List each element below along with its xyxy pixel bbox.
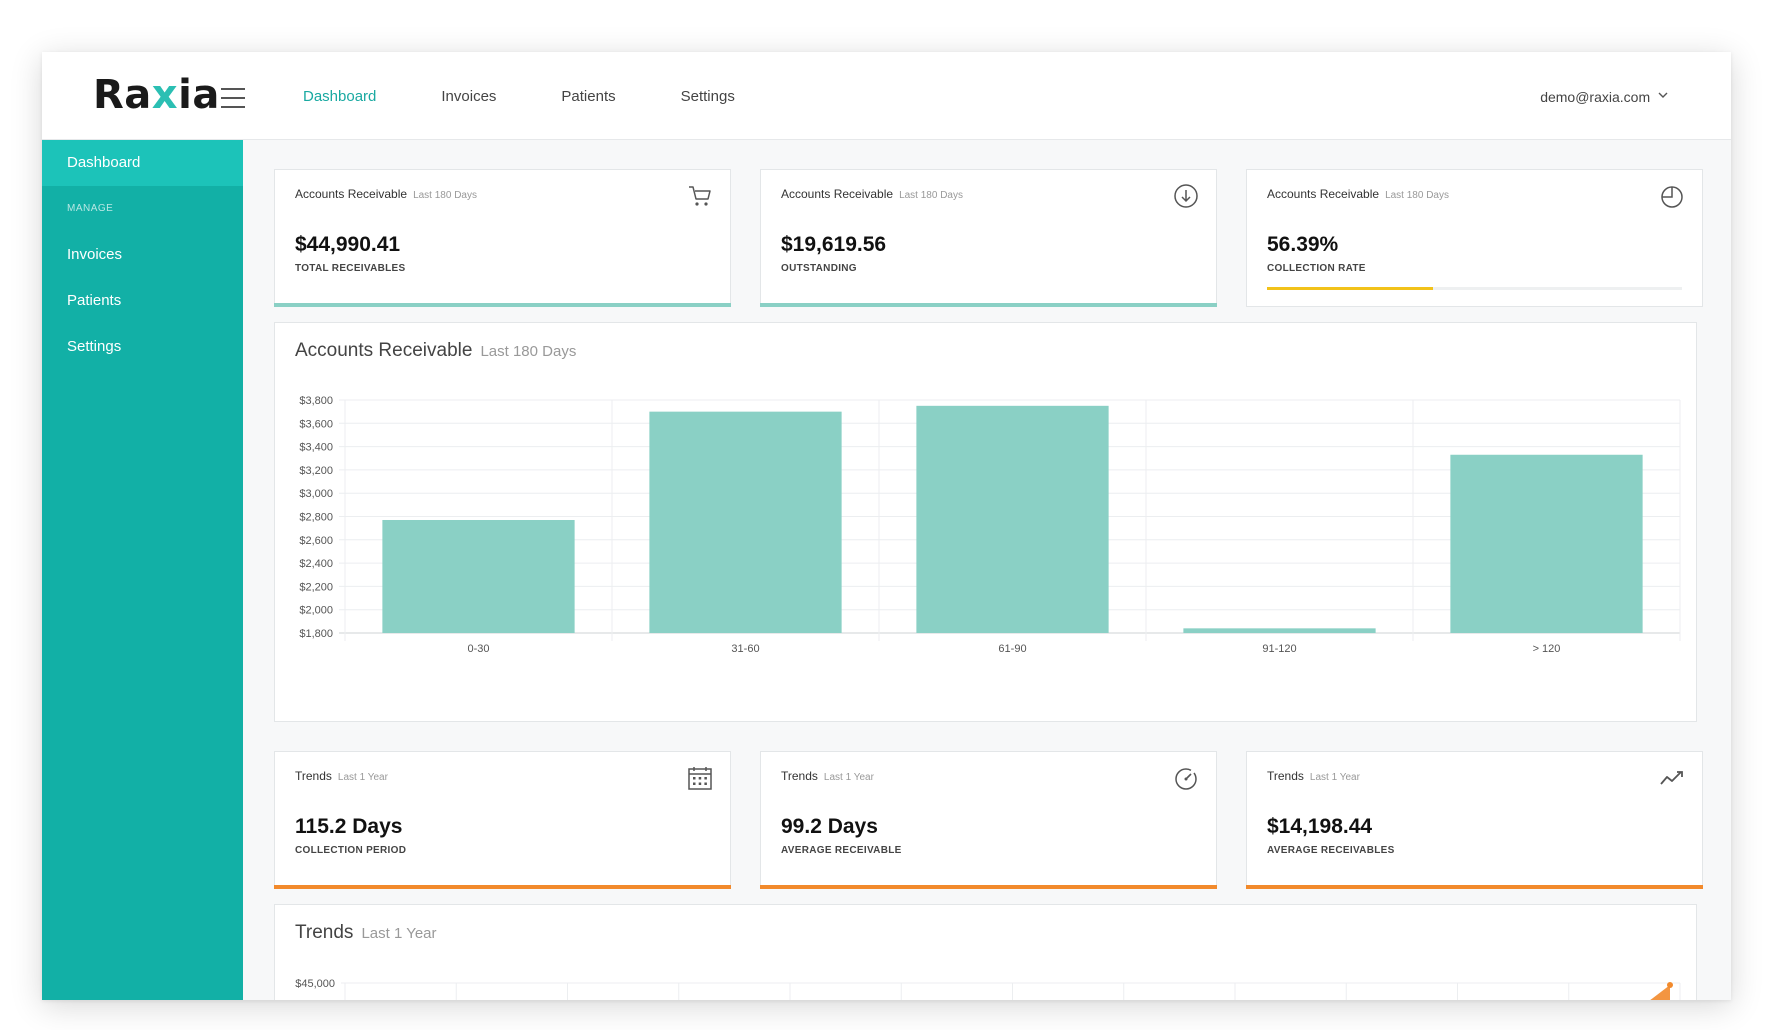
kpi-card-outstanding[interactable]: Accounts Receivable Last 180 Days $19,619… xyxy=(760,169,1217,307)
x-tick-label: > 120 xyxy=(1533,643,1561,655)
topnav-invoices[interactable]: Invoices xyxy=(441,88,496,105)
calendar-icon xyxy=(688,767,712,790)
kpi-card-average-receivables[interactable]: Trends Last 1 Year $14,198.44 AVERAGE REC… xyxy=(1246,751,1703,889)
y-tick-label: $3,400 xyxy=(299,442,333,454)
sidebar: Dashboard MANAGE Invoices Patients Setti… xyxy=(42,140,243,1000)
x-tick-label: 0-30 xyxy=(467,643,489,655)
bar xyxy=(649,411,842,633)
kpi-card-total-receivables[interactable]: Accounts Receivable Last 180 Days $44,990… xyxy=(274,169,731,307)
main-content: Accounts Receivable Last 180 Days $44,990… xyxy=(243,140,1731,1000)
user-menu[interactable]: demo@raxia.com xyxy=(1540,89,1668,105)
kpi-label: COLLECTION PERIOD xyxy=(295,845,407,856)
kpi-value: 99.2 Days xyxy=(781,815,878,838)
kpi-label: AVERAGE RECEIVABLE xyxy=(781,845,902,856)
y-tick-label: $2,200 xyxy=(299,581,333,593)
raxia-logo[interactable]: Raxia xyxy=(93,72,220,118)
kpi-card-average-receivable[interactable]: Trends Last 1 Year 99.2 Days AVERAGE RECE… xyxy=(760,751,1217,889)
kpi-value: 115.2 Days xyxy=(295,815,403,838)
kpi-title: Accounts Receivable Last 180 Days xyxy=(781,187,963,201)
cart-icon xyxy=(689,186,711,206)
y-tick-label: $2,000 xyxy=(299,605,333,617)
hamburger-menu-icon[interactable] xyxy=(221,88,245,108)
kpi-title: Accounts Receivable Last 180 Days xyxy=(1267,187,1449,201)
kpi-value: $19,619.56 xyxy=(781,233,887,256)
x-tick-label: 31-60 xyxy=(731,643,759,655)
y-tick-label: $3,000 xyxy=(299,488,333,500)
accounts-receivable-chart-card: Accounts Receivable Last 180 Days $3,800 $… xyxy=(274,322,1697,722)
y-tick-label: $2,800 xyxy=(299,512,333,524)
collection-rate-progress xyxy=(1267,287,1682,290)
kpi-card-collection-period[interactable]: Trends Last 1 Year 115.2 Days COLLECTION … xyxy=(274,751,731,889)
chevron-down-icon xyxy=(1658,92,1668,98)
kpi-accent-bar xyxy=(760,303,1217,307)
sidebar-item-invoices[interactable]: Invoices xyxy=(42,232,243,278)
kpi-card-collection-rate[interactable]: Accounts Receivable Last 180 Days 56.39% … xyxy=(1246,169,1703,307)
kpi-accent-bar xyxy=(1246,885,1703,889)
bar xyxy=(1183,628,1376,633)
kpi-label: TOTAL RECEIVABLES xyxy=(295,263,406,274)
bar xyxy=(1450,454,1643,633)
progress-fill xyxy=(1267,287,1433,290)
user-email: demo@raxia.com xyxy=(1540,89,1651,105)
kpi-label: OUTSTANDING xyxy=(781,263,857,274)
area-series xyxy=(1650,985,1670,1000)
download-circle-icon xyxy=(1174,184,1198,208)
kpi-label: AVERAGE RECEIVABLES xyxy=(1267,845,1395,856)
y-tick-label: $3,600 xyxy=(299,418,333,430)
kpi-title: Trends Last 1 Year xyxy=(1267,769,1360,783)
top-header: Raxia Dashboard Invoices Patients Settin… xyxy=(42,52,1731,140)
y-tick-label: $3,200 xyxy=(299,465,333,477)
kpi-label: COLLECTION RATE xyxy=(1267,263,1366,274)
kpi-accent-bar xyxy=(274,885,731,889)
sidebar-item-settings[interactable]: Settings xyxy=(42,324,243,370)
y-tick-label: $3,800 xyxy=(299,395,333,407)
sidebar-section-manage: MANAGE xyxy=(67,203,114,214)
x-tick-label: 61-90 xyxy=(998,643,1026,655)
y-tick-label: $2,600 xyxy=(299,535,333,547)
kpi-accent-bar xyxy=(760,885,1217,889)
app-window: Raxia Dashboard Invoices Patients Settin… xyxy=(42,52,1731,1000)
y-tick-label: $1,800 xyxy=(299,628,333,640)
sidebar-item-patients[interactable]: Patients xyxy=(42,278,243,324)
bar xyxy=(382,519,575,633)
kpi-value: 56.39% xyxy=(1267,233,1339,256)
y-tick-label: $45,000 xyxy=(295,978,335,990)
series-point xyxy=(1667,982,1673,988)
bar xyxy=(916,405,1109,633)
kpi-title: Trends Last 1 Year xyxy=(781,769,874,783)
pie-icon xyxy=(1661,186,1683,208)
gauge-icon xyxy=(1175,768,1197,790)
trend-line-icon xyxy=(1660,771,1683,785)
x-tick-label: 91-120 xyxy=(1262,643,1296,655)
topnav-dashboard[interactable]: Dashboard xyxy=(303,88,376,105)
sidebar-item-dashboard[interactable]: Dashboard xyxy=(42,140,243,186)
topnav-settings[interactable]: Settings xyxy=(681,88,735,105)
kpi-accent-bar xyxy=(274,303,731,307)
trends-chart-card: Trends Last 1 Year $45,000 xyxy=(274,904,1697,1000)
kpi-value: $44,990.41 xyxy=(295,233,401,256)
kpi-title: Accounts Receivable Last 180 Days xyxy=(295,187,477,201)
top-navigation: Dashboard Invoices Patients Settings xyxy=(303,88,800,105)
y-tick-label: $2,400 xyxy=(299,558,333,570)
kpi-title: Trends Last 1 Year xyxy=(295,769,388,783)
topnav-patients[interactable]: Patients xyxy=(561,88,615,105)
kpi-value: $14,198.44 xyxy=(1267,815,1373,838)
accounts-receivable-bar-chart: $3,800 $3,600 $3,400 $3,200 $3,000 $2,800 $2,6… xyxy=(299,395,1681,655)
trends-area-chart: $45,000 xyxy=(295,978,1681,1000)
